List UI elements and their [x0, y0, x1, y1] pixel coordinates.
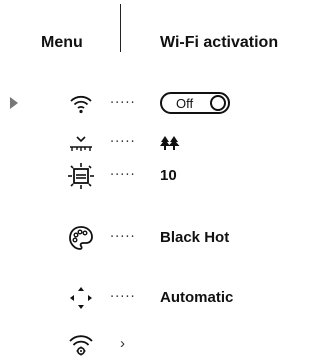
palette-icon	[66, 222, 96, 254]
chevron-right-icon[interactable]: ›	[120, 335, 125, 352]
row-dots: ·····	[110, 96, 136, 111]
menu-header: Menu Wi-Fi activation	[0, 0, 306, 80]
selection-pointer-icon	[10, 97, 18, 109]
row-dots: ·····	[110, 168, 136, 183]
menu-row-calibration[interactable]: ·····	[0, 127, 306, 159]
menu-row-calibration-mode[interactable]: ····· Automatic	[0, 282, 306, 314]
menu-row-wifi-activation[interactable]: ····· Off	[0, 88, 306, 120]
palette-value: Black Hot	[160, 229, 230, 246]
calibration-mode-value: Automatic	[160, 289, 234, 306]
row-dots: ·····	[110, 135, 136, 150]
calibration-icon	[66, 127, 96, 159]
row-dots: ·····	[110, 290, 136, 305]
menu-label: Menu	[41, 34, 83, 51]
row-dots: ·····	[110, 230, 136, 245]
zoom-value: 10	[160, 167, 177, 184]
wifi-settings-icon	[66, 329, 96, 361]
zoom-frame-icon	[66, 160, 96, 192]
toggle-knob	[210, 95, 226, 111]
page-title: Wi-Fi activation	[160, 34, 279, 51]
arrows-icon	[66, 282, 96, 314]
menu-row-wifi-settings[interactable]: ›	[0, 329, 306, 361]
menu-row-palette[interactable]: ····· Black Hot	[0, 222, 306, 254]
wifi-toggle[interactable]: Off	[160, 92, 230, 114]
wifi-icon	[66, 88, 96, 120]
trees-icon	[160, 136, 180, 154]
toggle-label: Off	[176, 96, 194, 111]
menu-row-zoom[interactable]: ····· 10	[0, 160, 306, 192]
header-divider	[120, 4, 121, 52]
